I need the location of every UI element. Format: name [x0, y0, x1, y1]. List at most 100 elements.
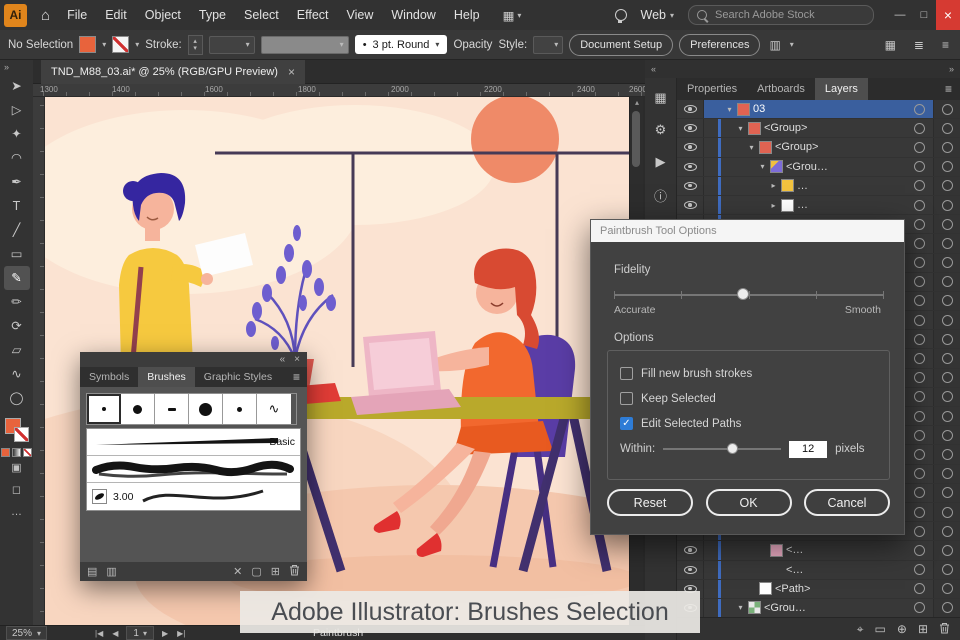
expander-icon[interactable]: ▸ [768, 201, 779, 210]
within-slider-handle[interactable] [726, 443, 738, 454]
tab-symbols[interactable]: Symbols [80, 367, 138, 387]
menu-view[interactable]: View [338, 0, 383, 30]
collapse-tools-icon[interactable]: » [0, 60, 13, 74]
close-tab-icon[interactable]: × [288, 65, 295, 79]
visibility-toggle[interactable] [677, 138, 704, 157]
panel-list-icon[interactable]: ≣ [911, 38, 927, 52]
selection-circle[interactable] [941, 122, 953, 134]
rotate-tool[interactable]: ⟳ [4, 314, 30, 338]
layer-row[interactable]: ▾ <Group> [677, 119, 960, 139]
expander-icon[interactable]: ▾ [735, 603, 746, 612]
gradient-swatch[interactable] [12, 448, 21, 457]
rectangle-tool[interactable]: ▭ [4, 242, 30, 266]
brush-swatch[interactable] [87, 394, 121, 424]
tab-brushes[interactable]: Brushes [138, 367, 195, 387]
stroke-weight-dropdown[interactable]: ▾ [208, 35, 255, 54]
paintbrush-tool[interactable]: ✎ [3, 266, 30, 290]
layer-row[interactable]: ▾ 03 [677, 100, 960, 120]
direct-selection-tool[interactable]: ▷ [4, 98, 30, 122]
layer-main[interactable]: <Path> [704, 579, 933, 598]
align-options-icon[interactable]: ▥ [766, 38, 783, 52]
selection-circle[interactable] [941, 103, 953, 115]
dialog-ok-button[interactable]: OK [705, 489, 792, 516]
none-swatch[interactable] [23, 448, 32, 457]
menu-help[interactable]: Help [445, 0, 489, 30]
target-circle[interactable] [914, 410, 925, 422]
layer-main[interactable]: ▾ <Group> [704, 119, 933, 138]
target-circle[interactable] [914, 161, 925, 173]
tab-properties[interactable]: Properties [677, 78, 747, 100]
layers-panel-menu-icon[interactable]: ≡ [937, 78, 960, 100]
workspace-switcher[interactable]: Web ▾ [641, 8, 675, 22]
scroll-up-icon[interactable]: ▴ [630, 97, 644, 109]
menu-select[interactable]: Select [235, 0, 288, 30]
target-circle[interactable] [914, 103, 925, 115]
layer-row[interactable]: ▾ <Group> [677, 138, 960, 158]
target-circle[interactable] [914, 295, 925, 307]
brush-options-icon[interactable]: ▢ [251, 565, 261, 578]
layer-row[interactable]: <Path> [677, 579, 960, 599]
zoom-dropdown[interactable]: 25% ▾ [6, 626, 48, 640]
visibility-toggle[interactable] [677, 195, 704, 215]
checkbox-box[interactable]: ✓ [620, 417, 633, 430]
within-value-field[interactable]: 12 [789, 440, 828, 458]
expander-icon[interactable]: ▸ [768, 181, 779, 190]
delete-layer-icon[interactable] [939, 622, 950, 637]
line-segment-tool[interactable]: ╱ [4, 218, 30, 242]
target-circle[interactable] [914, 506, 925, 518]
menu-edit[interactable]: Edit [96, 0, 136, 30]
brush-row[interactable]: Basic [87, 429, 300, 456]
selection-circle[interactable] [941, 468, 953, 480]
selection-circle[interactable] [941, 429, 953, 441]
close-panel-icon[interactable]: × [294, 354, 300, 365]
variable-width-dropdown[interactable]: ▾ [260, 35, 349, 54]
magic-wand-tool[interactable]: ✦ [4, 122, 30, 146]
target-circle[interactable] [914, 122, 925, 134]
new-sublayer-icon[interactable]: ⊕ [897, 622, 907, 636]
tab-artboards[interactable]: Artboards [747, 78, 815, 100]
dialog-title[interactable]: Paintbrush Tool Options [591, 220, 904, 242]
layer-main[interactable]: ▾ <Grou… [704, 157, 933, 176]
stroke-color-box[interactable] [13, 427, 29, 442]
layer-row[interactable]: ▾ <Grou… [677, 157, 960, 177]
artboard-navigation-field[interactable]: 1 ▾ [126, 626, 154, 640]
expander-icon[interactable]: ▾ [735, 124, 746, 133]
home-icon[interactable]: ⌂ [33, 7, 58, 24]
tab-layers[interactable]: Layers [814, 78, 868, 100]
checkbox-fill-new-brush-strokes[interactable]: Fill new brush strokes [620, 361, 877, 386]
target-circle[interactable] [914, 602, 925, 614]
prev-artboard-button[interactable]: ◀ [110, 629, 120, 638]
checkbox-keep-selected[interactable]: Keep Selected [620, 386, 877, 411]
layer-main[interactable]: ▸… [704, 195, 933, 215]
selection-circle[interactable] [941, 410, 953, 422]
libraries-panel-icon[interactable]: ▥ [106, 565, 116, 578]
locate-object-icon[interactable]: ⌖ [857, 622, 864, 637]
layer-main[interactable]: <… [704, 541, 933, 560]
checkbox-edit-selected-paths[interactable]: ✓ Edit Selected Paths [620, 411, 877, 436]
brush-swatch[interactable] [121, 394, 155, 424]
brush-swatch[interactable] [189, 394, 223, 424]
pen-tool[interactable]: ✒ [4, 170, 30, 194]
minimize-button[interactable]: — [888, 0, 912, 30]
selection-circle[interactable] [941, 506, 953, 518]
target-circle[interactable] [914, 218, 925, 230]
target-circle[interactable] [914, 180, 925, 192]
fill-stroke-widget[interactable] [4, 418, 29, 442]
make-mask-icon[interactable]: ▭ [875, 622, 886, 636]
selection-circle[interactable] [941, 180, 953, 192]
menu-file[interactable]: File [58, 0, 96, 30]
fill-swatch[interactable] [79, 36, 97, 53]
target-circle[interactable] [914, 372, 925, 384]
visibility-toggle[interactable] [677, 100, 704, 119]
search-input[interactable] [713, 8, 837, 22]
selection-circle[interactable] [941, 487, 953, 499]
selection-circle[interactable] [941, 544, 953, 556]
selection-circle[interactable] [941, 218, 953, 230]
layer-row[interactable]: <… [677, 560, 960, 580]
layer-row[interactable]: ▾ <Grou… [677, 598, 960, 618]
new-layer-icon[interactable]: ⊞ [918, 622, 928, 636]
selection-circle[interactable] [941, 141, 953, 153]
type-tool[interactable]: T [4, 194, 30, 218]
visibility-toggle[interactable] [677, 560, 704, 579]
selection-circle[interactable] [941, 583, 953, 595]
